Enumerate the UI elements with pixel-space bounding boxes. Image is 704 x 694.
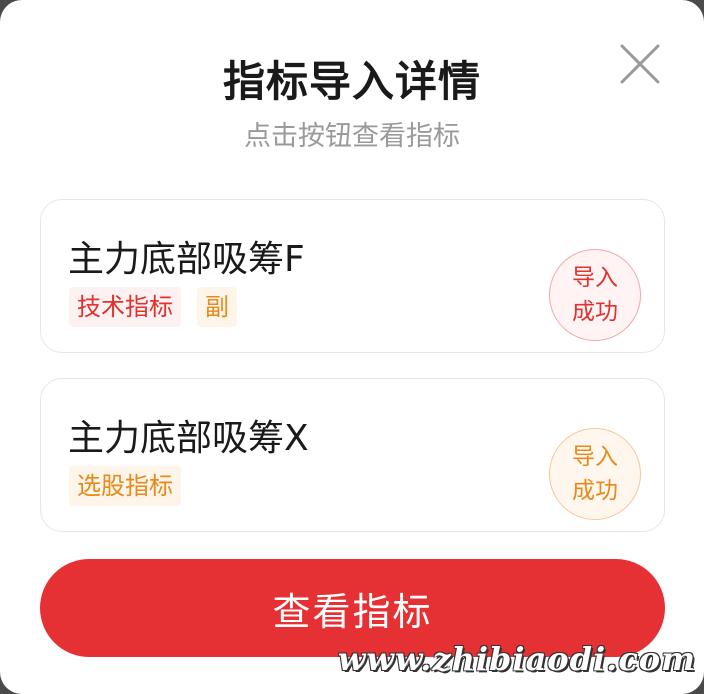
dialog-subtitle: 点击按钮查看指标 <box>244 121 460 152</box>
indicator-tags: 技术指标 副 <box>69 287 237 327</box>
stamp-line-1: 导入 <box>572 444 618 470</box>
indicator-name: 主力底部吸筹F <box>68 239 305 280</box>
import-success-stamp: 导入 成功 <box>549 428 641 520</box>
tag-sub: 副 <box>197 287 237 327</box>
dialog-title: 指标导入详情 <box>222 57 481 106</box>
close-icon[interactable] <box>616 40 664 88</box>
stamp-line-2: 成功 <box>572 478 618 504</box>
import-detail-dialog: 指标导入详情 点击按钮查看指标 主力底部吸筹F 技术指标 副 导入 成功 主力底… <box>0 0 704 694</box>
indicator-card: 主力底部吸筹X 选股指标 导入 成功 <box>40 378 665 532</box>
watermark: www.zhibiaodi.com <box>337 640 696 678</box>
tag-screener: 选股指标 <box>69 466 181 506</box>
tag-technical: 技术指标 <box>69 287 181 327</box>
indicator-card: 主力底部吸筹F 技术指标 副 导入 成功 <box>40 199 665 353</box>
indicator-name: 主力底部吸筹X <box>68 418 309 459</box>
import-success-stamp: 导入 成功 <box>549 249 641 341</box>
indicator-tags: 选股指标 <box>69 466 181 506</box>
stamp-line-2: 成功 <box>572 299 618 325</box>
stamp-line-1: 导入 <box>572 265 618 291</box>
